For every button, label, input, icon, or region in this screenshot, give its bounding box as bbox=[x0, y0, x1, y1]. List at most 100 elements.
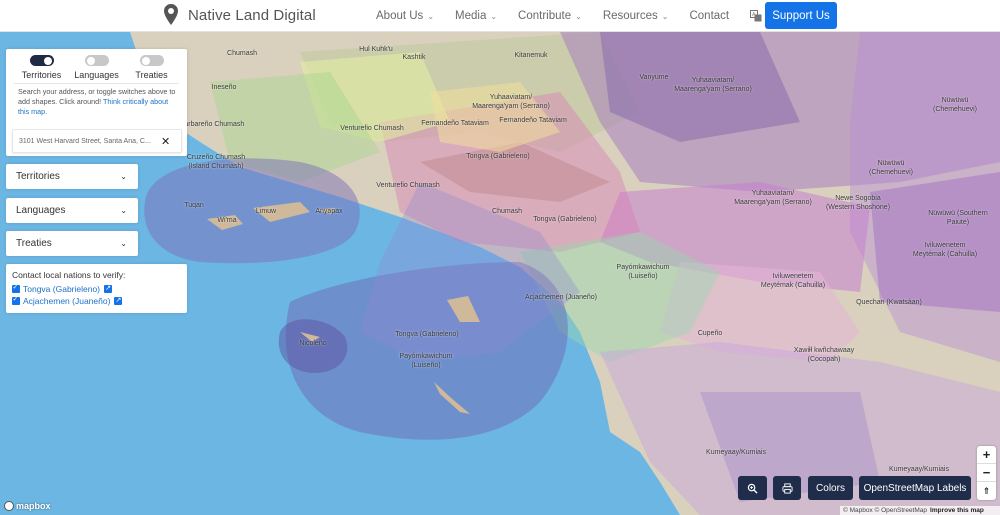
map-label[interactable]: Kumeyaay/Kumiais bbox=[889, 466, 949, 475]
map-pin-icon bbox=[164, 4, 178, 25]
dropdown-label: Treaties bbox=[16, 238, 52, 249]
toggle-label: Treaties bbox=[135, 70, 168, 80]
territories-switch[interactable] bbox=[29, 55, 54, 66]
nav-contribute[interactable]: Contribute ⌄ bbox=[518, 10, 582, 22]
map-label[interactable]: Kumeyaay/Kumiais bbox=[706, 449, 766, 458]
nation-link[interactable]: Tongva (Gabrieleno) bbox=[23, 284, 100, 294]
dropdown-label: Languages bbox=[16, 205, 66, 216]
treaties-switch[interactable] bbox=[139, 55, 164, 66]
nation-checkbox[interactable] bbox=[12, 295, 20, 305]
map-label[interactable]: Newe Sogobia (Western Shoshone) bbox=[826, 195, 890, 212]
map-label[interactable]: Ineseño bbox=[212, 84, 237, 93]
map-label[interactable]: Xawiłł kwñchawaay (Cocopah) bbox=[794, 347, 854, 364]
nav-label: Media bbox=[455, 10, 487, 22]
map-label[interactable]: Hul Kuhk'u bbox=[359, 46, 393, 55]
switch-knob bbox=[141, 56, 150, 65]
zoom-out-button[interactable]: − bbox=[977, 464, 996, 482]
map-label[interactable]: Venturefio Chumash bbox=[376, 182, 439, 191]
svg-text:A: A bbox=[752, 12, 756, 18]
map-label[interactable]: Venturefio Chumash bbox=[340, 125, 403, 134]
improve-map-link[interactable]: Improve this map bbox=[930, 507, 984, 514]
external-link-icon[interactable]: ↗ bbox=[114, 297, 123, 305]
map-label[interactable]: Tuqan bbox=[184, 202, 204, 211]
zoom-in-button[interactable]: + bbox=[977, 446, 996, 464]
colors-button[interactable]: Colors bbox=[808, 476, 853, 500]
chevron-down-icon: ⌄ bbox=[120, 172, 127, 181]
osm-labels-button[interactable]: OpenStreetMap Labels bbox=[859, 476, 971, 500]
map-label[interactable]: Cruzeño Chumash (Island Chumash) bbox=[187, 154, 245, 171]
address-search-input[interactable] bbox=[13, 137, 153, 145]
map-label[interactable]: Nüwüwü (Chemehuevi) bbox=[869, 160, 913, 177]
map-attribution: © Mapbox © OpenStreetMap Improve this ma… bbox=[840, 506, 1000, 515]
map-label[interactable]: Barbareño Chumash bbox=[180, 121, 245, 130]
toggle-languages[interactable]: Languages bbox=[69, 55, 124, 80]
layer-toggles: Territories Languages Treaties bbox=[6, 49, 187, 80]
chevron-down-icon: ⌄ bbox=[661, 11, 669, 21]
map-label[interactable]: Tongva (Gabrieleno) bbox=[395, 331, 458, 340]
map-label[interactable]: Kitanemuk bbox=[514, 52, 547, 61]
nav-label: Contact bbox=[689, 10, 730, 22]
top-navbar: Native Land Digital About Us ⌄ Media ⌄ Con… bbox=[0, 0, 1000, 32]
brand-logo[interactable]: Native Land Digital bbox=[163, 3, 316, 27]
map-label[interactable]: Fernandeño Tataviam bbox=[499, 117, 567, 126]
external-link-icon[interactable]: ↗ bbox=[104, 285, 113, 293]
chevron-down-icon: ⌄ bbox=[427, 11, 435, 21]
map-label[interactable]: Nicoleño bbox=[299, 340, 326, 349]
nation-link[interactable]: Acjachemen (Juaneño) bbox=[23, 296, 110, 306]
toggle-territories[interactable]: Territories bbox=[14, 55, 69, 80]
treaties-dropdown[interactable]: Treaties ⌄ bbox=[6, 231, 138, 256]
map-label[interactable]: Wi'ma bbox=[217, 217, 236, 226]
languages-switch[interactable] bbox=[84, 55, 109, 66]
map-label[interactable]: Chumash bbox=[227, 50, 257, 59]
mapbox-wordmark: mapbox bbox=[16, 501, 51, 511]
map-label[interactable]: Iviluwenetem Meytémak (Cahuilla) bbox=[913, 242, 977, 259]
map-label[interactable]: Nüwüwü (Southern Paiute) bbox=[928, 210, 988, 227]
territories-dropdown[interactable]: Territories ⌄ bbox=[6, 164, 138, 189]
nav-contact[interactable]: Contact bbox=[689, 10, 729, 22]
map-label[interactable]: Chumash bbox=[492, 208, 522, 217]
clear-search-icon[interactable]: ✕ bbox=[161, 135, 170, 148]
contact-nations-panel: Contact local nations to verify: Tongva … bbox=[6, 264, 187, 313]
nav-media[interactable]: Media ⌄ bbox=[455, 10, 497, 22]
zoom-to-location-button[interactable] bbox=[738, 476, 767, 500]
chevron-down-icon: ⌄ bbox=[120, 239, 127, 248]
map-label[interactable]: Payómkawichum (Luiseño) bbox=[400, 353, 453, 370]
nation-row: Acjachemen (Juaneño) ↗ bbox=[12, 295, 181, 307]
print-button[interactable] bbox=[773, 476, 801, 500]
dropdown-label: Territories bbox=[16, 171, 60, 182]
toggle-treaties[interactable]: Treaties bbox=[124, 55, 179, 80]
mapbox-icon bbox=[4, 501, 14, 511]
map-label[interactable]: Yuhaaviatam/Maarenga'yam (Serrano) bbox=[734, 190, 812, 207]
map-label[interactable]: Payómkawichum (Luiseño) bbox=[617, 264, 670, 281]
map-label[interactable]: Anyapax bbox=[315, 208, 342, 217]
languages-dropdown[interactable]: Languages ⌄ bbox=[6, 198, 138, 223]
attribution-text[interactable]: © Mapbox © OpenStreetMap bbox=[843, 507, 927, 514]
address-search: ✕ bbox=[12, 129, 182, 153]
nav-resources[interactable]: Resources ⌄ bbox=[603, 10, 669, 22]
toggle-label: Languages bbox=[74, 70, 119, 80]
mapbox-logo[interactable]: mapbox bbox=[4, 501, 51, 511]
main-nav: About Us ⌄ Media ⌄ Contribute ⌄ Resources ⌄ … bbox=[376, 0, 786, 32]
toggle-label: Territories bbox=[21, 70, 62, 80]
map-label[interactable]: Quechan (Kwatsáan) bbox=[856, 299, 922, 308]
nation-checkbox[interactable] bbox=[12, 283, 20, 293]
chevron-down-icon: ⌄ bbox=[120, 206, 127, 215]
map-label[interactable]: Vanyume bbox=[639, 74, 668, 83]
nav-about-us[interactable]: About Us ⌄ bbox=[376, 10, 434, 22]
map-label[interactable]: Tongva (Gabrieleno) bbox=[466, 153, 529, 162]
map-label[interactable]: Cupeño bbox=[698, 330, 723, 339]
support-us-button[interactable]: Support Us bbox=[765, 2, 837, 29]
map-label[interactable]: Limuw bbox=[256, 208, 276, 217]
map-label[interactable]: Nüwüwü (Chemehuevi) bbox=[933, 97, 977, 114]
map-label[interactable]: Fernandeño Tataviam bbox=[421, 120, 489, 129]
chevron-down-icon: ⌄ bbox=[575, 11, 582, 21]
map-label[interactable]: Kashtik bbox=[403, 54, 426, 63]
compass-button[interactable]: ⇑ bbox=[977, 482, 996, 500]
switch-knob bbox=[43, 56, 52, 65]
map-label[interactable]: Acjachemen (Juaneño) bbox=[525, 294, 597, 303]
map-label[interactable]: Yuhaaviatam/Maarenga'yam (Serrano) bbox=[674, 77, 752, 94]
map-label[interactable]: Yuhaaviatam/Maarenga'yam (Serrano) bbox=[472, 94, 550, 111]
map-label[interactable]: Iviluwenetem Meytémak (Cahuilla) bbox=[761, 273, 825, 290]
map-label[interactable]: Tongva (Gabrieleno) bbox=[533, 216, 596, 225]
chevron-down-icon: ⌄ bbox=[490, 11, 498, 21]
